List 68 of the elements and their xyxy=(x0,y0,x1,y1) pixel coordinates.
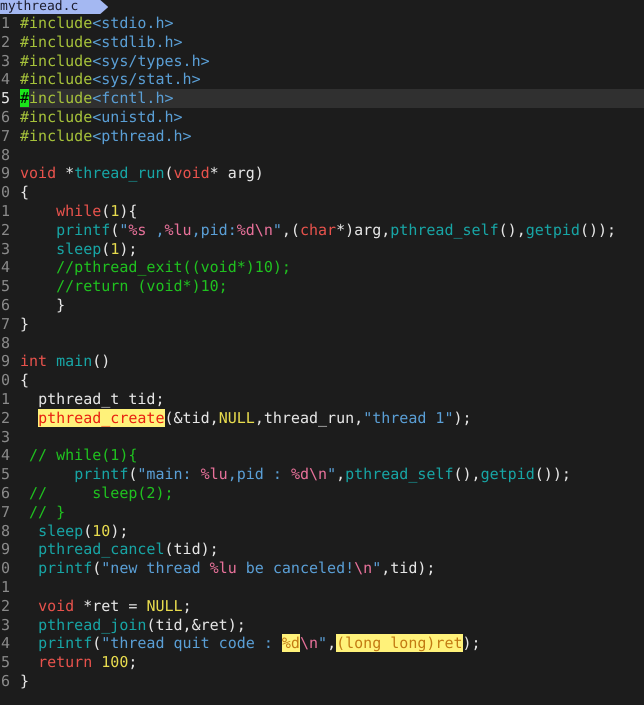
line-number: 5 xyxy=(0,89,12,108)
code-line: #include<sys/types.h> xyxy=(20,52,211,70)
line-number: 3 xyxy=(0,240,12,258)
file-tab[interactable]: mythread.c xyxy=(0,0,108,14)
code-line: void *ret = NULL; xyxy=(37,596,193,616)
line-number: 4 xyxy=(0,446,12,466)
line-number: 6 xyxy=(0,108,12,127)
line-number: 0 xyxy=(0,183,12,202)
line-number: 1 xyxy=(0,202,12,221)
code-line: //pthread_exit((void*)10); xyxy=(55,258,292,278)
code-line: } xyxy=(55,296,66,315)
code-line: #include<unistd.h> xyxy=(20,108,184,127)
code-line: #include<sys/stat.h> xyxy=(20,70,202,90)
code-line: #include<pthread.h> xyxy=(20,126,193,146)
line-number: 6 xyxy=(0,672,12,691)
line-number: 1 xyxy=(0,390,12,409)
line-number: 8 xyxy=(0,146,12,164)
code-line: // } xyxy=(28,502,66,522)
line-number: 9 xyxy=(0,352,12,372)
line-number: 3 xyxy=(0,52,12,70)
code-line: { xyxy=(20,371,30,390)
code-line: printf("main: %lu,pid : %d\n",pthread_self(),getpid()); xyxy=(73,465,572,484)
line-number: 1 xyxy=(0,14,12,33)
code-line: int main() xyxy=(20,352,112,372)
line-number: 2 xyxy=(0,220,12,240)
code-line: sleep(1); xyxy=(55,240,138,258)
line-number: 7 xyxy=(0,314,12,334)
code-line: printf("%s ,%lu,pid:%d\n",(char*)arg,pthread_self(),getpid()); xyxy=(55,220,618,240)
line-number: 4 xyxy=(0,258,12,278)
code-line: pthread_create(&tid,NULL,thread_run,"thread 1"); xyxy=(37,408,473,428)
line-number: 8 xyxy=(0,334,12,352)
line-number: 5 xyxy=(0,653,12,672)
line-number: 3 xyxy=(0,428,12,446)
line-number: 2 xyxy=(0,596,12,616)
line-number: 2 xyxy=(0,32,12,52)
code-line: //return (void*)10; xyxy=(55,277,229,296)
code-line: void *thread_run(void* arg) xyxy=(20,164,265,184)
line-number: 3 xyxy=(0,616,12,634)
line-number: 4 xyxy=(0,70,12,90)
line-number: 7 xyxy=(0,502,12,522)
code-line: #include<stdio.h> xyxy=(20,14,175,33)
line-number: 6 xyxy=(0,484,12,503)
line-number: 1 xyxy=(0,578,12,597)
line-number: 5 xyxy=(0,465,12,484)
code-line: // sleep(2); xyxy=(28,484,175,503)
line-number: 7 xyxy=(0,126,12,146)
code-line: pthread_join(tid,&ret); xyxy=(37,616,247,634)
code-line: // while(1){ xyxy=(28,446,138,466)
code-line: } xyxy=(20,672,30,691)
code-line: printf("thread quit code : %d\n",(long long)ret); xyxy=(37,634,482,654)
line-number: 0 xyxy=(0,559,12,578)
line-number: 5 xyxy=(0,277,12,296)
line-number: 6 xyxy=(0,296,12,315)
line-number: 9 xyxy=(0,540,12,560)
line-number: 4 xyxy=(0,634,12,654)
code-line: printf("new thread %lu be canceled!\n",tid); xyxy=(37,559,436,578)
code-line: #include<stdlib.h> xyxy=(20,32,184,52)
code-line: return 100; xyxy=(37,653,138,672)
code-line: sleep(10); xyxy=(37,522,130,540)
line-number: 8 xyxy=(0,522,12,540)
code-line: pthread_t tid; xyxy=(37,390,166,409)
code-line: while(1){ xyxy=(55,202,138,221)
line-number: 9 xyxy=(0,164,12,184)
line-number: 0 xyxy=(0,371,12,390)
line-number: 2 xyxy=(0,408,12,428)
code-line: { xyxy=(20,183,30,202)
code-line: pthread_cancel(tid); xyxy=(37,540,220,560)
code-line: } xyxy=(20,314,30,334)
